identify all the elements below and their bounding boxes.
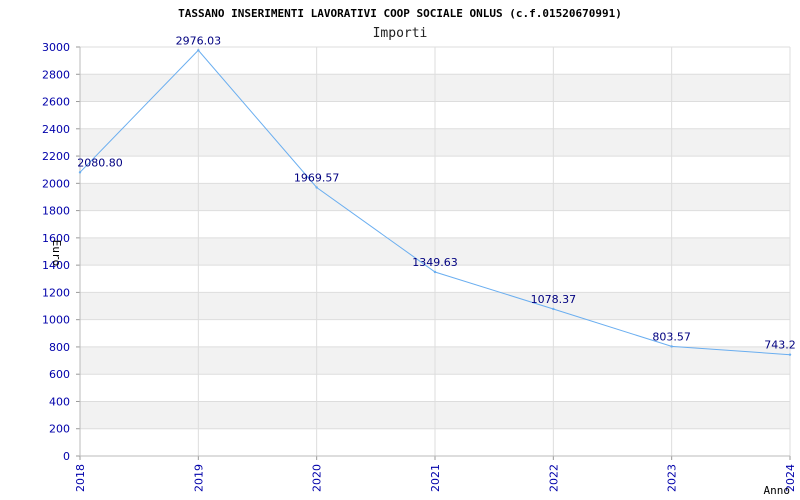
x-tick-label: 2018 xyxy=(74,464,87,492)
y-tick-label: 0 xyxy=(63,450,70,463)
chart: TASSANO INSERIMENTI LAVORATIVI COOP SOCI… xyxy=(42,7,797,497)
x-tick-label: 2020 xyxy=(311,464,324,492)
data-point xyxy=(315,186,318,189)
x-tick-label: 2023 xyxy=(666,464,679,492)
y-tick-label: 400 xyxy=(49,395,70,408)
y-tick-label: 2400 xyxy=(42,123,70,136)
y-tick-label: 2600 xyxy=(42,96,70,109)
x-axis-label: Anno xyxy=(764,484,791,497)
data-label: 1078.37 xyxy=(531,293,577,306)
y-tick-label: 600 xyxy=(49,368,70,381)
y-tick-label: 1200 xyxy=(42,286,70,299)
data-point xyxy=(670,345,673,348)
data-label: 2080.80 xyxy=(77,156,123,169)
x-tick-label: 2021 xyxy=(429,464,442,492)
x-axis-ticks: 2018 2019 2020 2021 2022 2023 2024 xyxy=(74,464,797,492)
data-label: 2976.03 xyxy=(176,34,222,47)
data-label: 1969.57 xyxy=(294,171,340,184)
data-point xyxy=(78,171,82,174)
y-tick-label: 2000 xyxy=(42,177,70,190)
y-tick-label: 1000 xyxy=(42,314,70,327)
data-point xyxy=(552,307,555,311)
data-point xyxy=(433,270,437,274)
y-axis-label: Euro xyxy=(50,240,63,267)
chart-subtitle: Importi xyxy=(373,26,428,41)
x-tick-label: 2019 xyxy=(192,464,205,492)
y-tick-label: 200 xyxy=(49,423,70,436)
data-label: 743.2 xyxy=(764,339,796,352)
y-tick-label: 2800 xyxy=(42,68,70,81)
data-label: 803.57 xyxy=(652,330,691,343)
data-point xyxy=(197,49,200,52)
y-tick-label: 3000 xyxy=(42,41,70,54)
y-tick-label: 1800 xyxy=(42,205,70,218)
y-tick-label: 800 xyxy=(49,341,70,354)
data-point xyxy=(788,353,792,356)
chart-title: TASSANO INSERIMENTI LAVORATIVI COOP SOCI… xyxy=(178,7,622,20)
y-tick-label: 2200 xyxy=(42,150,70,163)
x-tick-label: 2022 xyxy=(547,464,560,492)
data-label: 1349.63 xyxy=(412,256,458,269)
